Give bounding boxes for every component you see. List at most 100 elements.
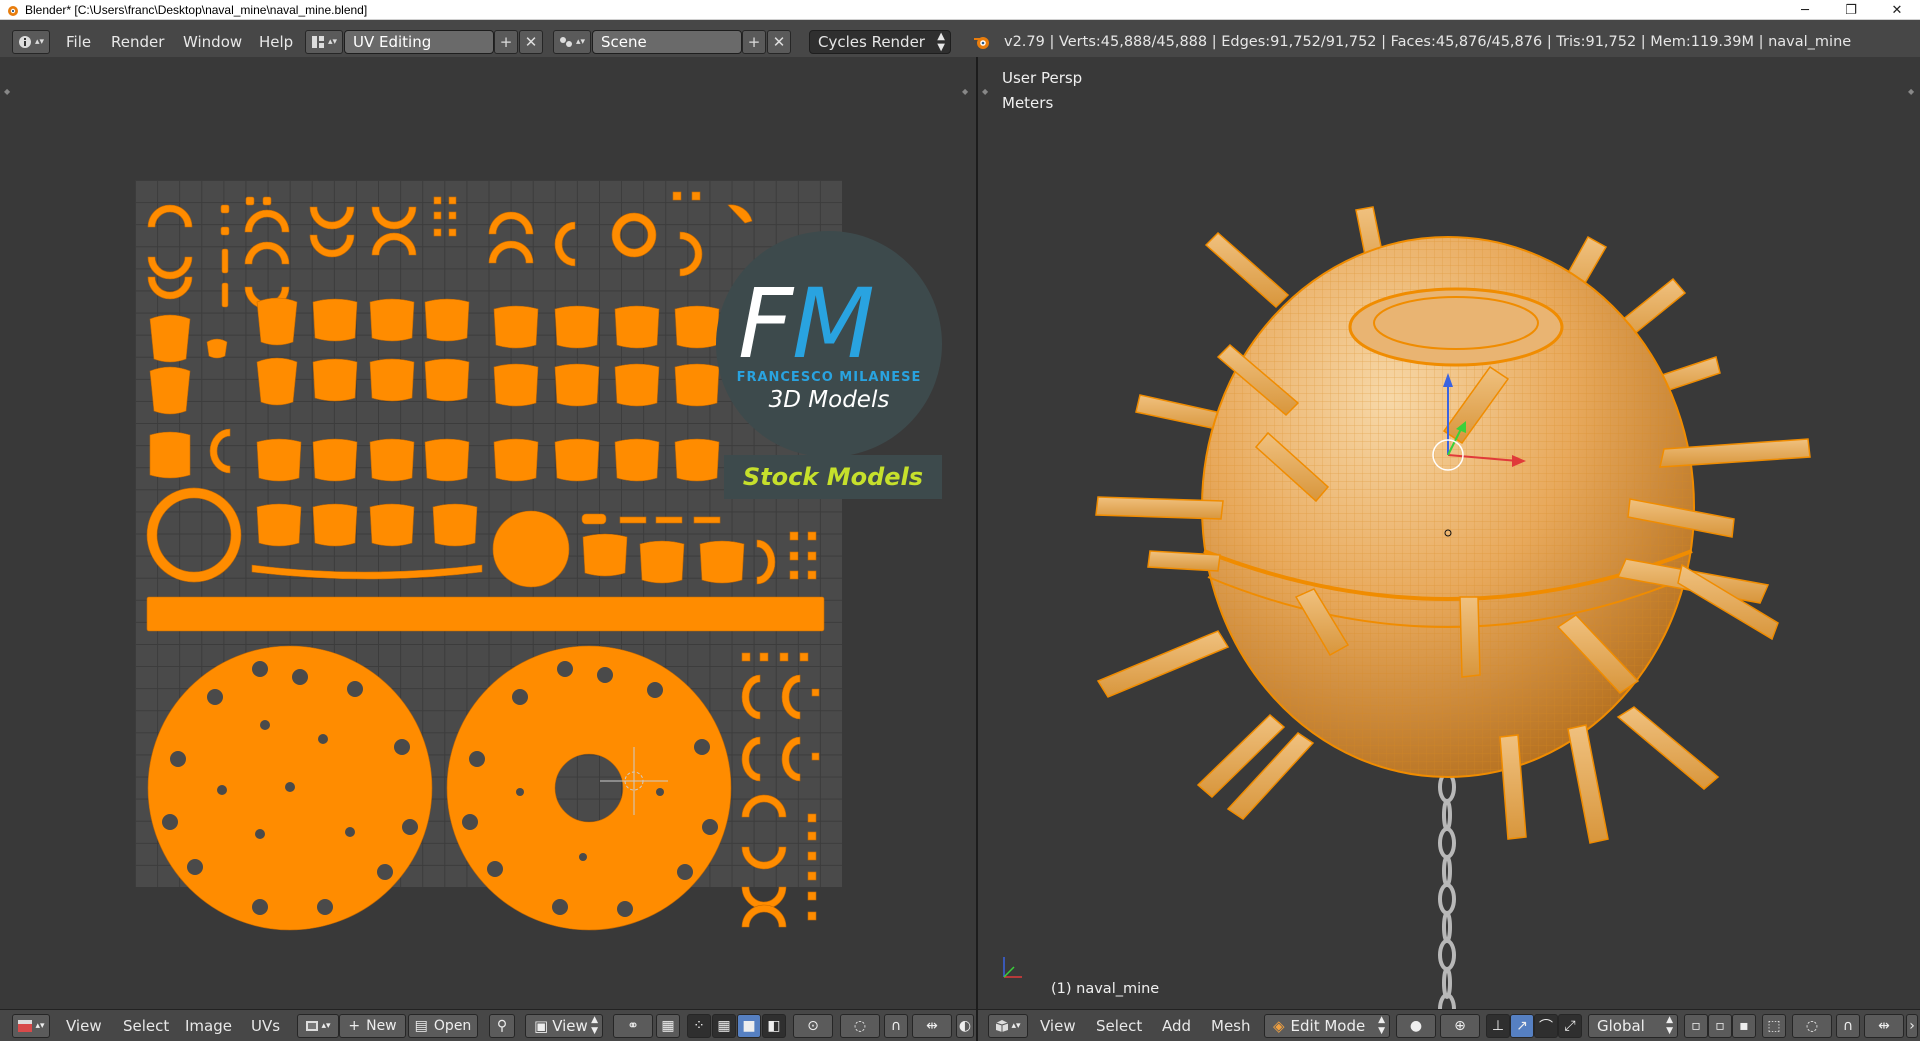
- overflow-button[interactable]: ›: [1906, 1014, 1918, 1038]
- transform-orientation-label: Global: [1597, 1017, 1645, 1035]
- shading-sphere-icon: ●: [1409, 1018, 1423, 1034]
- island-select-icon: ◧: [767, 1018, 781, 1034]
- delete-scene-button[interactable]: ✕: [767, 30, 791, 54]
- manipulator-toggle-button[interactable]: ⊥: [1486, 1014, 1510, 1038]
- delete-layout-button[interactable]: ✕: [519, 30, 543, 54]
- scene-name-field[interactable]: Scene: [592, 30, 742, 54]
- menu-help[interactable]: Help: [259, 31, 293, 53]
- 3d-menu-view[interactable]: View: [1040, 1014, 1076, 1038]
- view-axis-widget-icon: [1003, 957, 1022, 978]
- add-scene-button[interactable]: +: [742, 30, 766, 54]
- plus-icon: +: [348, 1018, 361, 1034]
- pin-icon: ⚲: [496, 1018, 508, 1034]
- 3d-menu-add[interactable]: Add: [1162, 1014, 1191, 1038]
- render-engine-label: Cycles Render: [818, 33, 925, 51]
- menu-file[interactable]: File: [66, 31, 91, 53]
- folder-icon: ▤: [414, 1018, 428, 1034]
- 3d-menu-select[interactable]: Select: [1096, 1014, 1142, 1038]
- view-mode-label: View: [552, 1017, 588, 1035]
- scale-manipulator-button[interactable]: ⤢: [1558, 1014, 1582, 1038]
- scene-icon: [559, 37, 572, 47]
- new-image-label: New: [366, 1018, 397, 1034]
- logo-f-letter: F: [738, 268, 795, 380]
- pivot-point-dropdown[interactable]: ⊙: [793, 1014, 833, 1038]
- uv-menu-select[interactable]: Select: [123, 1014, 169, 1038]
- fm-watermark-logo: F M: [716, 231, 942, 457]
- screen-layout-selector[interactable]: ▴▾: [305, 30, 343, 54]
- scene-selector[interactable]: ▴▾: [553, 30, 591, 54]
- image-editor-icon: [18, 1020, 33, 1032]
- stock-models-badge: Stock Models: [724, 455, 942, 499]
- browse-image-button[interactable]: ▴▾: [297, 1014, 339, 1038]
- sticky-selection-button[interactable]: ▦: [656, 1014, 680, 1038]
- proportional-icon: ◌: [1805, 1018, 1819, 1034]
- occlude-icon: ⬚: [1767, 1018, 1781, 1034]
- select-island-mode-button[interactable]: ◧: [762, 1014, 786, 1038]
- proportional-icon: ◌: [853, 1018, 867, 1034]
- pivot-center-dropdown[interactable]: ⊕: [1440, 1014, 1480, 1038]
- uv-menu-uvs[interactable]: UVs: [251, 1014, 280, 1038]
- close-window-button[interactable]: ✕: [1874, 0, 1920, 20]
- 3d-menu-mesh[interactable]: Mesh: [1211, 1014, 1251, 1038]
- proportional-edit-dropdown[interactable]: ◌: [1792, 1014, 1832, 1038]
- vertex-select-icon: ⁘: [693, 1018, 705, 1034]
- uv-sync-selection-button[interactable]: ⚭: [613, 1014, 653, 1038]
- minimize-button[interactable]: ─: [1782, 0, 1828, 20]
- logo-m-letter: M: [792, 268, 875, 380]
- uv-editor-header: ▴▾ View Select Image UVs ▴▾ + New ▤ Open…: [0, 1009, 976, 1041]
- select-edge-mode-button[interactable]: ▦: [712, 1014, 736, 1038]
- uv-image-editor[interactable]: ◆ ◆ F M FRANCESCO MILANESE 3D Models Sto…: [0, 57, 976, 1009]
- naval-mine-mesh[interactable]: [978, 57, 1920, 1009]
- snap-element-dropdown[interactable]: ⇹: [912, 1014, 952, 1038]
- face-select-icon: ■: [742, 1018, 756, 1034]
- new-image-button[interactable]: + New: [339, 1014, 406, 1038]
- blender-logo-icon: [974, 37, 989, 49]
- rotate-manipulator-button[interactable]: ⌒: [1534, 1014, 1558, 1038]
- watermark-author: FRANCESCO MILANESE: [736, 370, 922, 385]
- render-engine-dropdown[interactable]: Cycles Render ▲ ▼: [809, 30, 951, 54]
- open-image-label: Open: [433, 1018, 472, 1034]
- snap-icon: ∩: [1842, 1018, 1854, 1034]
- menu-render[interactable]: Render: [111, 31, 164, 53]
- uv-islands-layer[interactable]: [0, 57, 976, 1009]
- occlude-geometry-button[interactable]: ⬚: [1762, 1014, 1786, 1038]
- view-mode-dropdown[interactable]: ▣ View ▲ ▼: [525, 1014, 603, 1038]
- editor-type-image-button[interactable]: ▴▾: [12, 1014, 50, 1038]
- open-image-button[interactable]: ▤ Open: [408, 1014, 478, 1038]
- add-layout-button[interactable]: +: [494, 30, 518, 54]
- 3d-viewport[interactable]: ◆ ◆ User Persp Meters (1) naval_mine: [978, 57, 1920, 1009]
- transform-orientation-dropdown[interactable]: Global ▲ ▼: [1588, 1014, 1678, 1038]
- edit-mode-icon: ◈: [1273, 1017, 1285, 1035]
- cube-icon: [996, 1020, 1009, 1032]
- snap-element-dropdown[interactable]: ⇹: [1864, 1014, 1904, 1038]
- layer-button-1[interactable]: ▫: [1684, 1014, 1708, 1038]
- manipulator-icon: ⊥: [1491, 1018, 1505, 1034]
- editor-type-3dview-button[interactable]: ▴▾: [988, 1014, 1028, 1038]
- snap-element-icon: ⇹: [1878, 1018, 1890, 1034]
- interaction-mode-dropdown[interactable]: ◈ Edit Mode ▲ ▼: [1264, 1014, 1390, 1038]
- select-face-mode-button[interactable]: ■: [737, 1014, 761, 1038]
- layer-button-2[interactable]: ▫: [1708, 1014, 1732, 1038]
- layout-name-field[interactable]: UV Editing: [344, 30, 494, 54]
- translate-manipulator-button[interactable]: ↗: [1510, 1014, 1534, 1038]
- uv-menu-image[interactable]: Image: [185, 1014, 232, 1038]
- proportional-edit-dropdown[interactable]: ◌: [840, 1014, 880, 1038]
- blender-app-icon: [8, 5, 18, 16]
- snap-toggle-button[interactable]: ∩: [1836, 1014, 1860, 1038]
- window-titlebar: Blender* [C:\Users\franc\Desktop\naval_m…: [0, 0, 1920, 20]
- overflow-icon: ›: [1909, 1018, 1915, 1034]
- uv-channel-button[interactable]: ◐: [956, 1014, 974, 1038]
- pin-image-button[interactable]: ⚲: [489, 1014, 515, 1038]
- sync-icon: ⚭: [627, 1018, 639, 1034]
- maximize-button[interactable]: ❐: [1828, 0, 1874, 20]
- menu-window[interactable]: Window: [183, 31, 242, 53]
- editor-type-info-button[interactable]: ▴▾: [12, 30, 50, 54]
- active-object-label: (1) naval_mine: [1051, 981, 1160, 997]
- snap-icon: ∩: [890, 1018, 902, 1034]
- viewport-shading-dropdown[interactable]: ●: [1396, 1014, 1436, 1038]
- snap-toggle-button[interactable]: ∩: [884, 1014, 908, 1038]
- select-vertex-mode-button[interactable]: ⁘: [687, 1014, 711, 1038]
- layer-button-3[interactable]: ▪: [1732, 1014, 1756, 1038]
- pivot-icon: ⊕: [1454, 1018, 1466, 1034]
- uv-menu-view[interactable]: View: [66, 1014, 102, 1038]
